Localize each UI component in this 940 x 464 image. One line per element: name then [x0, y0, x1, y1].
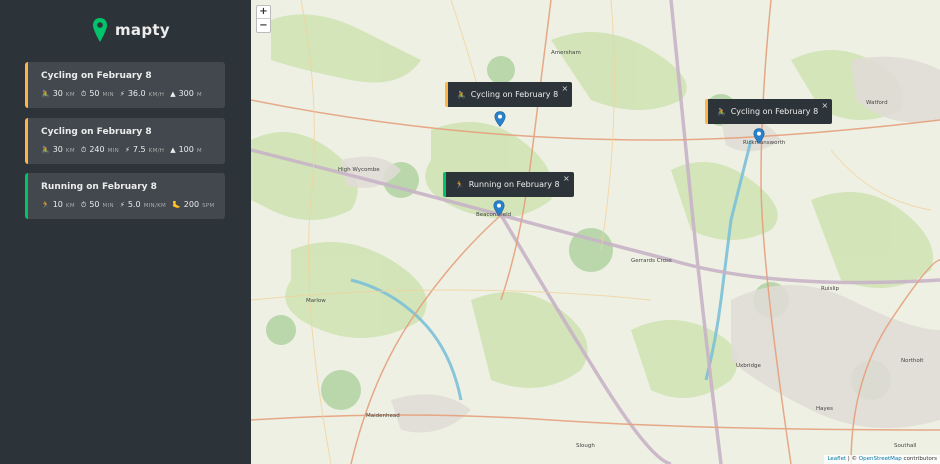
popup-label: Cycling on February 8: [470, 90, 559, 99]
popup-label: Cycling on February 8: [730, 107, 819, 116]
stopwatch-icon: ⏱: [80, 146, 87, 154]
workout-pace: ⚡ 5.0 MIN/KM: [119, 200, 167, 209]
bike-icon: 🚴: [41, 90, 50, 98]
app-name: mapty: [115, 21, 170, 39]
workout-elevation: ▲ 300 M: [170, 89, 202, 98]
place-label: Ruislip: [821, 286, 840, 292]
place-label: High Wycombe: [338, 167, 380, 173]
close-icon[interactable]: ×: [563, 174, 570, 183]
close-icon[interactable]: ×: [821, 101, 828, 110]
stopwatch-icon: ⏱: [80, 90, 87, 98]
runner-icon: 🏃: [455, 180, 464, 189]
workout-item[interactable]: Cycling on February 8 🚴 30 KM ⏱ 240 MIN …: [25, 118, 225, 164]
workout-distance: 🚴 30 KM: [41, 145, 75, 154]
workout-title: Running on February 8: [41, 182, 157, 192]
osm-link[interactable]: OpenStreetMap: [859, 456, 902, 462]
place-label: Marlow: [306, 298, 326, 304]
lightning-icon: ⚡: [119, 201, 125, 209]
zoom-control: + −: [256, 5, 271, 33]
workout-speed: ⚡ 7.5 KM/H: [125, 145, 165, 154]
place-label: Watford: [866, 100, 888, 106]
logo: mapty: [92, 16, 170, 44]
workout-popup[interactable]: 🏃 Running on February 8 ×: [443, 172, 574, 197]
lightning-icon: ⚡: [125, 146, 130, 154]
place-label: Hayes: [816, 406, 834, 412]
map-marker-icon[interactable]: [753, 128, 765, 144]
workout-duration: ⏱ 240 MIN: [80, 145, 119, 154]
lightning-icon: ⚡: [119, 90, 125, 98]
workout-title: Cycling on February 8: [41, 71, 152, 81]
map-marker-icon[interactable]: [494, 111, 506, 127]
mountain-icon: ▲: [170, 146, 176, 154]
place-label: Maidenhead: [366, 413, 400, 419]
place-label: Northolt: [901, 358, 924, 364]
workout-item[interactable]: Cycling on February 8 🚴 30 KM ⏱ 50 MIN ⚡…: [25, 62, 225, 108]
place-label: Gerrards Cross: [631, 258, 672, 264]
workout-speed: ⚡ 36.0 KM/H: [119, 89, 165, 98]
workout-cadence: 🦶 200 SPM: [172, 200, 215, 209]
footprint-icon: 🦶: [172, 201, 181, 209]
map-marker-icon[interactable]: [493, 200, 505, 216]
leaflet-link[interactable]: Leaflet: [827, 456, 846, 462]
workout-title: Cycling on February 8: [41, 127, 152, 137]
place-label: Amersham: [551, 50, 581, 56]
workout-popup[interactable]: 🚴 Cycling on February 8 ×: [705, 99, 833, 124]
workout-duration: ⏱ 50 MIN: [80, 89, 114, 98]
place-label: Southall: [894, 443, 917, 449]
place-label: Slough: [576, 443, 595, 449]
zoom-out-button[interactable]: −: [257, 19, 270, 32]
workout-item[interactable]: Running on February 8 🏃 10 KM ⏱ 50 MIN ⚡…: [25, 173, 225, 219]
runner-icon: 🏃: [41, 201, 50, 209]
stopwatch-icon: ⏱: [80, 201, 87, 209]
workout-distance: 🚴 30 KM: [41, 89, 75, 98]
map-attribution: Leaflet | © OpenStreetMap contributors: [824, 455, 940, 464]
map-tiles: [251, 0, 940, 464]
workout-distance: 🏃 10 KM: [41, 200, 75, 209]
bike-icon: 🚴: [717, 107, 726, 116]
popup-label: Running on February 8: [468, 180, 560, 189]
bike-icon: 🚴: [41, 146, 50, 154]
close-icon[interactable]: ×: [561, 84, 568, 93]
map[interactable]: Amersham High Wycombe Beaconsfield Rickm…: [251, 0, 940, 464]
place-label: Uxbridge: [736, 363, 761, 369]
zoom-in-button[interactable]: +: [257, 6, 270, 19]
mountain-icon: ▲: [170, 90, 176, 98]
workout-popup[interactable]: 🚴 Cycling on February 8 ×: [445, 82, 573, 107]
map-pin-logo-icon: [93, 18, 107, 42]
sidebar: mapty Cycling on February 8 🚴 30 KM ⏱ 50…: [0, 0, 251, 464]
workout-elevation: ▲ 100 M: [170, 145, 202, 154]
workout-duration: ⏱ 50 MIN: [80, 200, 114, 209]
bike-icon: 🚴: [457, 90, 466, 99]
